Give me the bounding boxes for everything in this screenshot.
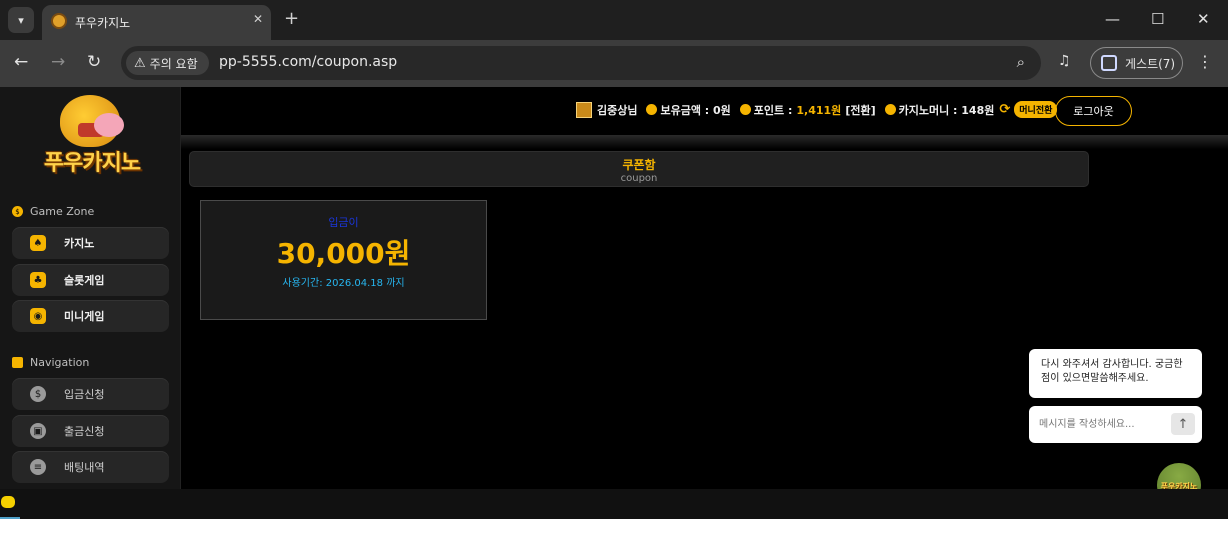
- grid-icon: [12, 357, 23, 368]
- url-text[interactable]: pp-5555.com/coupon.asp: [219, 54, 397, 70]
- chat-message-bubble: 다시 와주셔서 감사합니다. 궁금한점이 있으면말씀해주세요.: [1029, 349, 1202, 398]
- withdraw-icon: ▣: [30, 423, 46, 439]
- gamepad-icon: ◉: [30, 308, 46, 324]
- chat-input-box: ↑: [1029, 406, 1202, 443]
- cherry-icon: ♣: [30, 272, 46, 288]
- back-icon[interactable]: ←: [14, 52, 28, 72]
- sidebar-item-withdraw[interactable]: ▣ 출금신청: [12, 415, 169, 447]
- piglet-icon: [94, 113, 124, 137]
- kakao-chat-icon[interactable]: [1, 496, 15, 508]
- money-convert-button[interactable]: 머니전환: [1014, 101, 1058, 118]
- new-tab-button[interactable]: +: [284, 9, 299, 29]
- header-divider: [181, 135, 1228, 149]
- security-label: 주의 요함: [149, 56, 198, 71]
- browser-menu-icon[interactable]: ⋮: [1197, 52, 1213, 71]
- sidebar-item-label: 카지노: [64, 237, 95, 250]
- browser-tab[interactable]: 푸우카지노 ✕: [42, 5, 271, 40]
- page-content: 푸우카지노 $ Game Zone ♠ 카지노 ♣ 슬롯게임 ◉ 미니게임 Na…: [0, 87, 1228, 489]
- sidebar-item-label: 입금신청: [64, 388, 105, 401]
- minimize-icon[interactable]: —: [1105, 10, 1120, 28]
- site-logo[interactable]: 푸우카지노: [22, 95, 162, 185]
- money-coin-icon: [646, 104, 658, 115]
- casino-money-label: 카지노머니 : 148원: [898, 103, 995, 117]
- chest-icon: [576, 101, 592, 118]
- logout-button[interactable]: 로그아웃: [1055, 96, 1132, 126]
- warning-icon: ⚠: [134, 55, 146, 71]
- security-chip[interactable]: ⚠ 주의 요함: [126, 51, 209, 75]
- coupon-card[interactable]: 입금이 30,000원 사용기간: 2026.04.18 까지: [200, 200, 487, 320]
- navigation-title: Navigation: [12, 356, 89, 369]
- maximize-icon[interactable]: ☐: [1151, 10, 1164, 28]
- point-value: 1,411원: [796, 103, 842, 117]
- chat-avatar[interactable]: 푸우카지노: [1157, 463, 1201, 489]
- media-control-icon[interactable]: ♫: [1058, 53, 1071, 69]
- profile-label: 게스트(7): [1125, 56, 1176, 71]
- coupon-period: 사용기간: 2026.04.18 까지: [282, 278, 405, 289]
- coupon-title: 입금이: [328, 216, 359, 229]
- game-zone-title: $ Game Zone: [12, 205, 94, 218]
- profile-icon: [1101, 55, 1117, 71]
- deposit-icon: $: [30, 386, 46, 402]
- chat-input[interactable]: [1029, 406, 1169, 443]
- favicon-icon: [51, 13, 67, 29]
- browser-tab-bar: ▾ 푸우카지노 ✕ + — ☐ ✕: [0, 0, 1228, 40]
- sidebar-item-label: 슬롯게임: [64, 274, 105, 287]
- sidebar-item-minigame[interactable]: ◉ 미니게임: [12, 300, 169, 332]
- sidebar-item-label: 배팅내역: [64, 461, 105, 474]
- sidebar-item-label: 미니게임: [64, 310, 105, 323]
- user-info-bar: 김중상님 보유금액 : 0원 포인트 : 1,411원 [전환] 카지노머니 :…: [576, 101, 1058, 118]
- tab-title: 푸우카지노: [75, 16, 131, 30]
- balance-label: 보유금액 : 0원: [660, 103, 731, 117]
- tab-search-button[interactable]: ▾: [8, 7, 34, 33]
- username: 김중상님: [597, 103, 638, 117]
- sidebar-item-betting-history[interactable]: ≡ 배팅내역: [12, 451, 169, 483]
- sidebar-item-deposit[interactable]: $ 입금신청: [12, 378, 169, 410]
- send-button[interactable]: ↑: [1171, 413, 1195, 435]
- page-title: 쿠폰함: [622, 158, 656, 172]
- point-coin-icon: [739, 104, 751, 115]
- point-convert-link[interactable]: [전환]: [845, 102, 875, 118]
- sidebar-item-label: 출금신청: [64, 425, 105, 438]
- browser-toolbar: ← → ↻ ⚠ 주의 요함 pp-5555.com/coupon.asp ⌕: [0, 40, 1228, 87]
- coupon-amount: 30,000원: [276, 237, 411, 270]
- sidebar-item-slot[interactable]: ♣ 슬롯게임: [12, 264, 169, 296]
- address-bar[interactable]: ⚠ 주의 요함 pp-5555.com/coupon.asp ⌕: [121, 46, 1041, 80]
- coin-icon: $: [12, 206, 23, 217]
- casino-icon: ♠: [30, 235, 46, 251]
- history-icon: ≡: [30, 459, 46, 475]
- bottom-blank-area: [0, 519, 1228, 559]
- tab-close-icon[interactable]: ✕: [253, 12, 263, 26]
- zoom-icon[interactable]: ⌕: [1017, 53, 1025, 71]
- casino-coin-icon: [884, 104, 896, 115]
- forward-icon[interactable]: →: [51, 52, 65, 72]
- sidebar: 푸우카지노 $ Game Zone ♠ 카지노 ♣ 슬롯게임 ◉ 미니게임 Na…: [0, 87, 181, 489]
- refresh-icon[interactable]: ⟳: [999, 102, 1010, 117]
- point-label: 포인트 :: [753, 103, 793, 117]
- reload-icon[interactable]: ↻: [87, 52, 101, 72]
- coupon-page-header: 쿠폰함 coupon: [189, 151, 1089, 187]
- profile-button[interactable]: 게스트(7): [1090, 47, 1183, 79]
- chat-avatar-text: 푸우카지노: [1160, 482, 1198, 489]
- bottom-bar: [0, 489, 1228, 519]
- logo-text: 푸우카지노: [43, 151, 141, 176]
- sidebar-item-casino[interactable]: ♠ 카지노: [12, 227, 169, 259]
- page-subtitle: coupon: [620, 173, 658, 184]
- close-window-icon[interactable]: ✕: [1197, 10, 1210, 28]
